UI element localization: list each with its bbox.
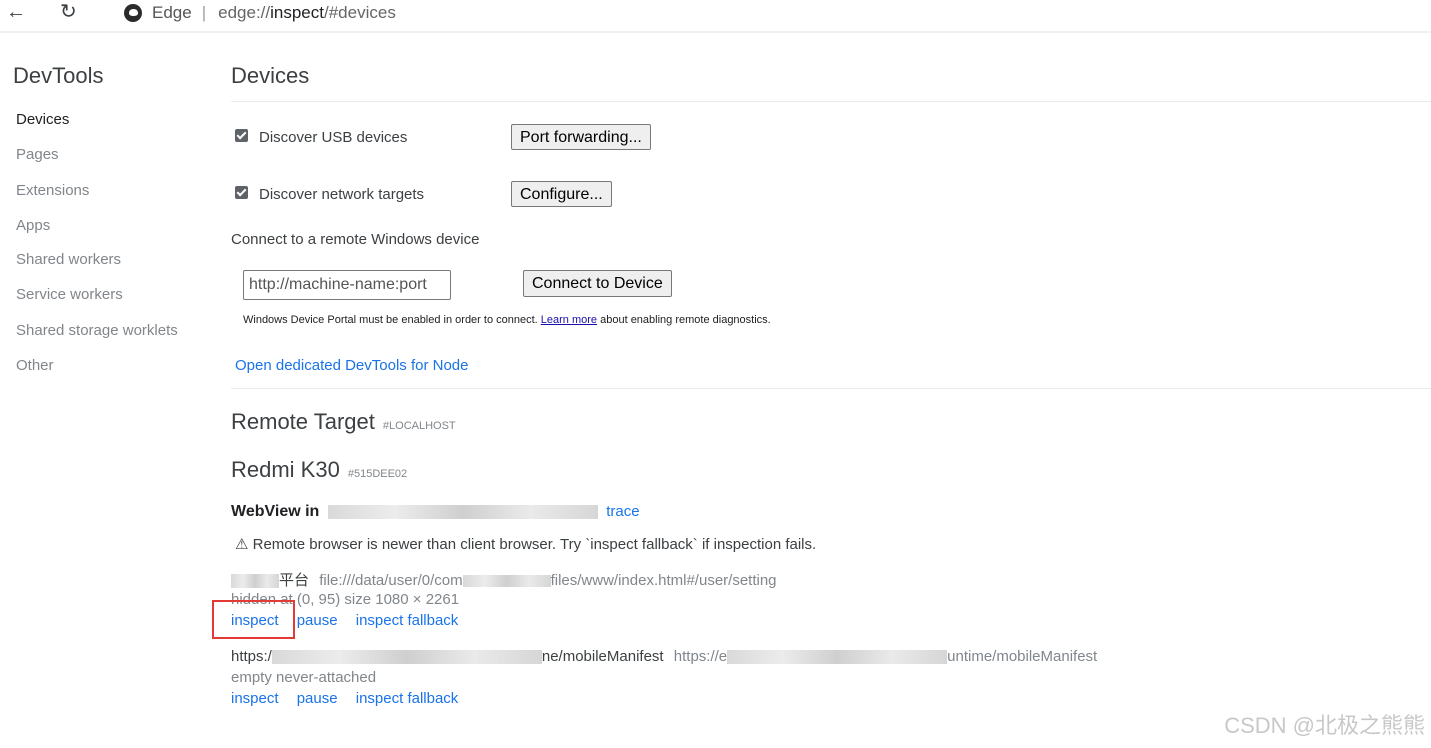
sidebar-item-devices[interactable]: Devices <box>16 111 69 128</box>
discover-usb-row: Discover USB devices <box>235 129 407 146</box>
section-divider <box>231 388 1431 389</box>
title-divider <box>231 101 1431 102</box>
note-text-before: Windows Device Portal must be enabled in… <box>243 314 538 326</box>
device-heading: Redmi K30 #515DEE02 <box>231 457 407 483</box>
edge-logo-icon <box>124 4 142 22</box>
device-id: #515DEE02 <box>347 468 408 480</box>
page-title: Devices <box>231 63 310 88</box>
connect-to-device-button[interactable]: Connect to Device <box>523 270 672 297</box>
open-node-devtools-link[interactable]: Open dedicated DevTools for Node <box>235 357 468 374</box>
discover-network-checkbox[interactable] <box>235 186 248 199</box>
device-portal-note: Windows Device Portal must be enabled in… <box>243 314 771 326</box>
port-forwarding-button[interactable]: Port forwarding... <box>511 124 651 150</box>
target-1-url-suffix: files/www/index.html#/user/setting <box>550 572 777 589</box>
learn-more-link[interactable]: Learn more <box>541 314 597 326</box>
sidebar-item-pages[interactable]: Pages <box>16 146 59 163</box>
target-2-status: empty never-attached <box>231 669 377 686</box>
target-2-title-suffix: ne/mobileManifest <box>541 648 664 665</box>
discover-network-row: Discover network targets <box>235 186 424 203</box>
highlight-box <box>212 600 295 639</box>
remote-target-heading: Remote Target #LOCALHOST <box>231 409 456 435</box>
sidebar-item-other[interactable]: Other <box>16 357 54 374</box>
sidebar-item-service-workers[interactable]: Service workers <box>16 286 123 303</box>
sidebar-item-apps[interactable]: Apps <box>16 217 50 234</box>
toolbar-divider <box>0 31 1431 33</box>
browser-label: WebView in <box>231 503 320 520</box>
target-2-url-suffix: untime/mobileManifest <box>947 648 1098 665</box>
target-1-pause-link[interactable]: pause <box>297 612 338 629</box>
sidebar-title: DevTools <box>13 63 104 88</box>
browser-toolbar: ← ↻ Edge | edge://inspect/#devices <box>0 0 1431 28</box>
reload-icon[interactable]: ↻ <box>60 0 77 24</box>
configure-button[interactable]: Configure... <box>511 181 612 207</box>
version-warning: ⚠ Remote browser is newer than client br… <box>235 536 817 553</box>
url-host: inspect <box>270 3 324 22</box>
discover-network-label: Discover network targets <box>259 186 425 203</box>
target-2-actions: inspect pause inspect fallback <box>231 690 458 707</box>
target-1-url-prefix: file:///data/user/0/com <box>319 572 463 589</box>
note-text-after: about enabling remote diagnostics. <box>600 314 771 326</box>
target-2-url-prefix: https://e <box>673 648 728 665</box>
target-1-title-suffix: 平台 <box>279 572 310 589</box>
redacted-title <box>231 574 279 589</box>
device-name: Redmi K30 <box>231 457 340 482</box>
redacted-title <box>271 650 542 665</box>
target-2-inspect-fallback-link[interactable]: inspect fallback <box>356 690 459 707</box>
address-bar[interactable]: Edge | edge://inspect/#devices <box>124 2 396 24</box>
arrow-left-icon[interactable]: ← <box>6 0 26 24</box>
target-2-pause-link[interactable]: pause <box>297 690 338 707</box>
browser-name: Edge <box>152 3 192 22</box>
sidebar-item-shared-storage-worklets[interactable]: Shared storage worklets <box>16 322 178 339</box>
target-1-title-row: 平台 file:///data/user/0/com files/www/inde… <box>231 569 777 590</box>
watermark: CSDN @北极之熊熊 <box>1224 713 1425 738</box>
target-2-inspect-link[interactable]: inspect <box>231 690 279 707</box>
remote-target-tag: #LOCALHOST <box>382 420 456 432</box>
remote-device-input[interactable] <box>243 270 451 300</box>
sidebar-item-shared-workers[interactable]: Shared workers <box>16 251 121 268</box>
browser-row: WebView in trace <box>231 503 640 521</box>
remote-target-title: Remote Target <box>231 409 375 434</box>
url-fragment: /#devices <box>324 3 396 22</box>
remote-windows-label: Connect to a remote Windows device <box>231 231 480 248</box>
trace-link[interactable]: trace <box>606 503 639 520</box>
target-2-title-row: https:/ ne/mobileManifest https://e untime… <box>231 648 1097 665</box>
url-scheme: edge:// <box>218 3 271 22</box>
target-1-inspect-fallback-link[interactable]: inspect fallback <box>356 612 459 629</box>
sidebar-item-extensions[interactable]: Extensions <box>16 182 89 199</box>
address-separator: | <box>201 3 207 22</box>
redacted-browser-name <box>327 504 598 519</box>
redacted-url <box>727 650 948 665</box>
discover-usb-checkbox[interactable] <box>235 129 248 142</box>
discover-usb-label: Discover USB devices <box>259 129 408 146</box>
target-2-title-prefix: https:/ <box>231 648 272 665</box>
redacted-url <box>462 575 551 588</box>
